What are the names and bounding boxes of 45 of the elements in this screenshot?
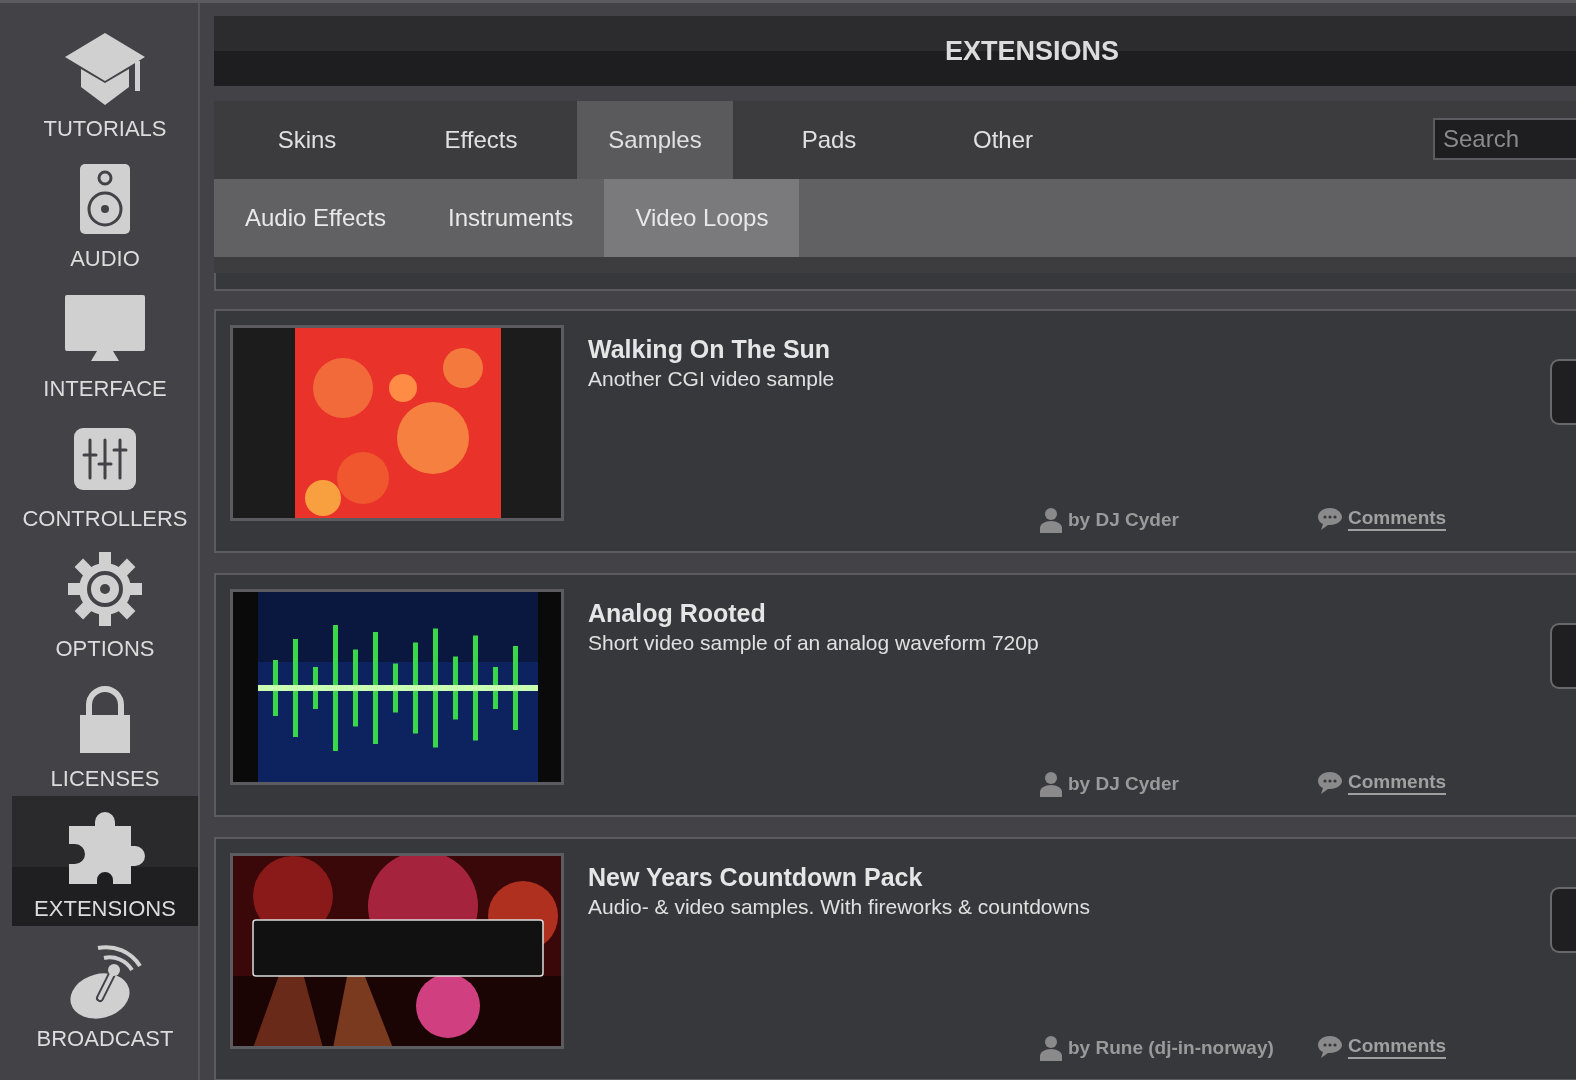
- extension-title: Analog Rooted: [588, 598, 767, 629]
- sidebar-item[interactable]: CONTROLLERS: [12, 406, 198, 536]
- subtab[interactable]: Audio Effects: [214, 179, 417, 257]
- speech-bubble-icon: [1318, 1035, 1342, 1059]
- speaker-icon: [80, 164, 130, 234]
- extension-title: New Years Countdown Pack: [588, 862, 924, 893]
- comments-link[interactable]: Comments: [1348, 1035, 1447, 1059]
- action-button[interactable]: [1550, 359, 1576, 425]
- author-name: by Rune (dj-in-norway): [1068, 1037, 1274, 1059]
- extension-description: Another CGI video sample: [588, 366, 836, 392]
- gear-icon: [68, 552, 142, 626]
- action-button[interactable]: [1550, 623, 1576, 689]
- graduation-cap-icon: [65, 33, 145, 105]
- tab[interactable]: Skins: [229, 101, 385, 179]
- search-field[interactable]: Search: [1433, 118, 1576, 160]
- author-name: by DJ Cyder: [1068, 773, 1179, 795]
- sidebar-item[interactable]: BROADCAST: [12, 926, 198, 1056]
- tab[interactable]: Pads: [751, 101, 907, 179]
- person-icon: [1040, 507, 1062, 533]
- subtab[interactable]: Instruments: [417, 179, 605, 257]
- tab[interactable]: Other: [925, 101, 1081, 179]
- tab[interactable]: Effects: [403, 101, 559, 179]
- tab[interactable]: Samples: [577, 101, 733, 179]
- sidebar-item[interactable]: TUTORIALS: [12, 16, 198, 146]
- lock-icon: [80, 685, 130, 753]
- sidebar-item[interactable]: OPTIONS: [12, 536, 198, 666]
- extension-description: Short video sample of an analog waveform 720p: [588, 630, 1040, 656]
- author-name: by DJ Cyder: [1068, 509, 1179, 531]
- comments-link[interactable]: Comments: [1348, 507, 1447, 531]
- mixer-sliders-icon: [74, 428, 136, 490]
- action-button[interactable]: [1550, 887, 1576, 953]
- speech-bubble-icon: [1318, 507, 1342, 531]
- monitor-icon: [65, 295, 145, 363]
- sidebar-item[interactable]: LICENSES: [12, 666, 198, 796]
- subtab[interactable]: Video Loops: [604, 179, 800, 257]
- sidebar-item[interactable]: EXTENSIONS: [12, 796, 198, 926]
- sidebar-item[interactable]: AUDIO: [12, 146, 198, 276]
- extension-description: Audio- & video samples. With fireworks & countdowns: [588, 894, 1091, 920]
- speech-bubble-icon: [1318, 771, 1342, 795]
- sidebar-item[interactable]: INTERFACE: [12, 276, 198, 406]
- page-title: EXTENSIONS: [945, 35, 1120, 67]
- person-icon: [1040, 1035, 1062, 1061]
- extension-title: Walking On The Sun: [588, 334, 832, 365]
- comments-link[interactable]: Comments: [1348, 771, 1447, 795]
- person-icon: [1040, 771, 1062, 797]
